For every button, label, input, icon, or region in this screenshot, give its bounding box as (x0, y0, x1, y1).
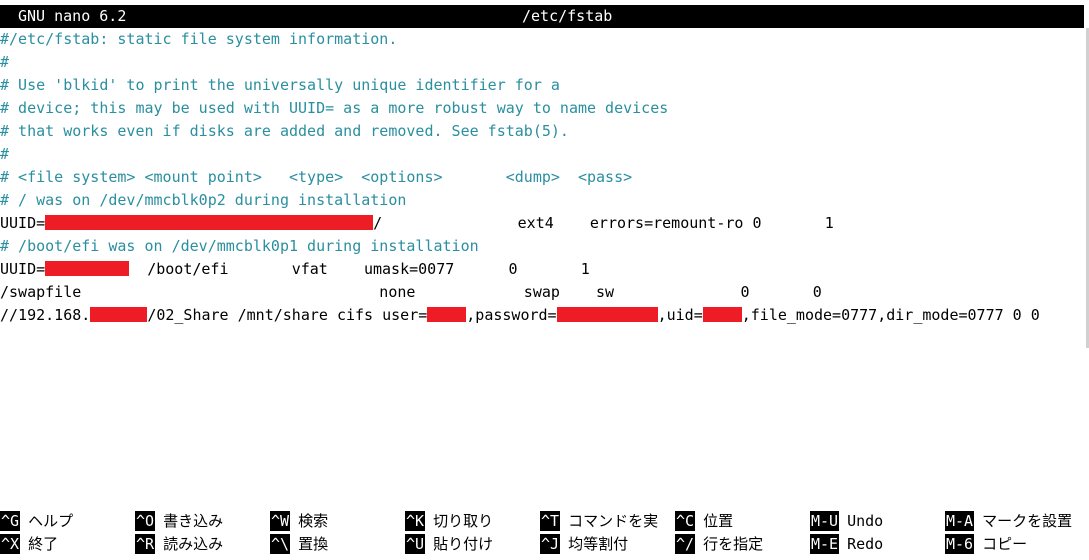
line-text: ,password= (466, 306, 557, 324)
line-text: //192.168. (0, 306, 91, 324)
shortcut-copy[interactable]: M-6 コピー (945, 533, 1027, 556)
shortcut-key: ^R (135, 534, 156, 554)
shortcut-key: ^K (405, 511, 426, 531)
shortcut-key: ^T (540, 511, 561, 531)
redaction-block (556, 307, 658, 322)
shortcut-label: Undo (847, 512, 884, 530)
shortcut-key: ^U (405, 534, 426, 554)
line-text: ,uid= (657, 306, 703, 324)
file-line: # (0, 145, 10, 163)
line-text: /boot/efi vfat umask=0077 0 1 (129, 260, 590, 278)
redaction-block (702, 307, 742, 322)
file-line-swap: /swapfile none swap sw 0 0 (0, 283, 822, 301)
file-line: # (0, 53, 10, 71)
shortcut-key: ^X (0, 534, 21, 554)
shortcut-label: マークを設置 (982, 512, 1073, 530)
shortcut-write-out[interactable]: ^O 書き込み (135, 510, 223, 533)
shortcut-key: M-E (810, 534, 840, 554)
shortcut-key: ^W (270, 511, 291, 531)
shortcut-row: ^X 終了 ^R 読み込み ^\ 置換 ^U 貼り付け ^J 均等割付 ^/ 行を指定 M-… (0, 533, 1089, 556)
redaction-block (427, 307, 467, 322)
shortcut-key: ^J (540, 534, 561, 554)
shortcut-label: 切り取り (433, 512, 494, 530)
shortcut-set-mark[interactable]: M-A マークを設置 (945, 510, 1072, 533)
file-name: /etc/fstab (522, 7, 613, 25)
shortcut-label: 検索 (298, 512, 329, 530)
shortcut-label: 貼り付け (433, 535, 494, 553)
line-text: ,file_mode=0777,dir_mode=0777 0 0 (741, 306, 1040, 324)
title-bar: GNU nano 6.2 /etc/fstab (0, 0, 1089, 28)
line-text: UUID= (0, 214, 46, 232)
shortcut-key: M-U (810, 511, 840, 531)
title-bar-strip: GNU nano 6.2 /etc/fstab (0, 5, 1084, 28)
shortcut-redo[interactable]: M-E Redo (810, 533, 883, 556)
file-line: # / was on /dev/mmcblk0p2 during install… (0, 191, 407, 209)
shortcut-exit[interactable]: ^X 終了 (0, 533, 58, 556)
shortcut-undo[interactable]: M-U Undo (810, 510, 883, 533)
shortcut-label: 行を指定 (703, 535, 764, 553)
shortcut-location[interactable]: ^C 位置 (675, 510, 733, 533)
shortcut-read-file[interactable]: ^R 読み込み (135, 533, 223, 556)
shortcut-execute[interactable]: ^T コマンドを実 (540, 510, 658, 533)
shortcut-label: 終了 (28, 535, 59, 553)
shortcut-label: 均等割付 (568, 535, 629, 553)
line-text: UUID= (0, 260, 46, 278)
shortcut-label: Redo (847, 535, 884, 553)
shortcut-go-to-line[interactable]: ^/ 行を指定 (675, 533, 763, 556)
shortcut-key: M-A (945, 511, 975, 531)
shortcut-label: 位置 (703, 512, 734, 530)
shortcut-key: ^G (0, 511, 21, 531)
redaction-block (45, 215, 374, 230)
app-version: GNU nano 6.2 (18, 7, 127, 25)
redaction-block (45, 261, 130, 276)
shortcut-label: コピー (982, 535, 1028, 553)
shortcut-label: ヘルプ (28, 512, 74, 530)
line-text: / ext4 errors=remount-ro 0 1 (373, 214, 834, 232)
shortcut-paste[interactable]: ^U 貼り付け (405, 533, 493, 556)
line-text: /02_Share /mnt/share cifs user= (147, 306, 428, 324)
shortcut-label: 書き込み (163, 512, 224, 530)
shortcut-replace[interactable]: ^\ 置換 (270, 533, 328, 556)
shortcut-row: ^G ヘルプ ^O 書き込み ^W 検索 ^K 切り取り ^T コマンドを実 ^C 位置 M… (0, 510, 1089, 533)
shortcut-label: 読み込み (163, 535, 224, 553)
shortcut-key: ^O (135, 511, 156, 531)
shortcut-label: 置換 (298, 535, 329, 553)
shortcut-cut[interactable]: ^K 切り取り (405, 510, 493, 533)
shortcut-key: M-6 (945, 534, 975, 554)
file-line: #/etc/fstab: static file system informat… (0, 30, 398, 48)
shortcut-help[interactable]: ^G ヘルプ (0, 510, 73, 533)
shortcut-key: ^\ (270, 534, 291, 554)
file-line: # device; this may be used with UUID= as… (0, 99, 669, 117)
file-line: # that works even if disks are added and… (0, 122, 569, 140)
shortcut-key: ^/ (675, 534, 696, 554)
redaction-block (90, 307, 148, 322)
file-line: # <file system> <mount point> <type> <op… (0, 168, 633, 186)
shortcut-key: ^C (675, 511, 696, 531)
shortcut-label: コマンドを実 (568, 512, 659, 530)
shortcut-help-bar: ^G ヘルプ ^O 書き込み ^W 検索 ^K 切り取り ^T コマンドを実 ^C 位置 M… (0, 510, 1089, 556)
shortcut-where-is[interactable]: ^W 検索 (270, 510, 328, 533)
editor-area[interactable]: #/etc/fstab: static file system informat… (0, 28, 1084, 327)
file-line-efi-uuid: UUID= /boot/efi vfat umask=0077 0 1 (0, 258, 1084, 281)
file-line-cifs: //192.168. /02_Share /mnt/share cifs user… (0, 304, 1084, 327)
shortcut-justify[interactable]: ^J 均等割付 (540, 533, 628, 556)
file-line: # Use 'blkid' to print the universally u… (0, 76, 560, 94)
file-line-root-uuid: UUID= / ext4 errors=remount-ro 0 1 (0, 212, 1084, 235)
file-line: # /boot/efi was on /dev/mmcblk0p1 during… (0, 237, 479, 255)
